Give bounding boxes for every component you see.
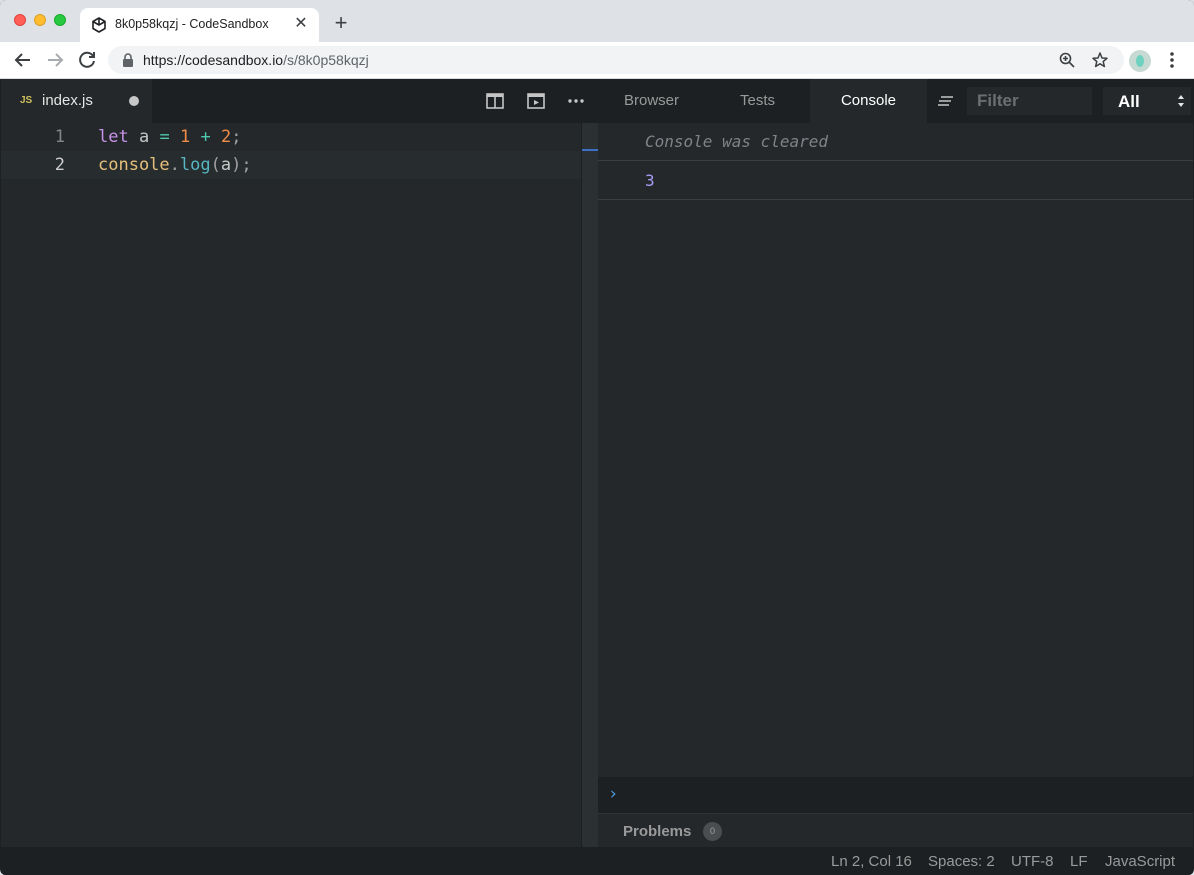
bookmark-star-icon[interactable] (1091, 51, 1109, 69)
console-output: Console was cleared 3 (598, 123, 1193, 777)
code-line-2[interactable]: 2 console.log(a); (1, 151, 581, 179)
prompt-chevron-icon: › (608, 784, 619, 804)
browser-toolbar: https://codesandbox.io/s/8k0p58kqzj (0, 42, 1194, 79)
preview-window-icon[interactable] (526, 91, 546, 111)
console-input[interactable]: › (598, 777, 1193, 813)
editor-tab-bar: JS index.js (1, 79, 598, 123)
code-token-op: = (159, 127, 170, 147)
tab-tests[interactable]: Tests (705, 79, 810, 123)
browser-menu-icon[interactable] (1164, 50, 1180, 70)
problems-panel-toggle[interactable]: Problems 0 (598, 813, 1193, 847)
problems-count-badge: 0 (703, 822, 722, 841)
code-token-punc: . (169, 155, 180, 175)
js-file-icon: JS (20, 95, 33, 106)
codesandbox-app: JS index.js 1 let a = 1 + 2; 2 console.l… (1, 79, 1193, 875)
language-mode[interactable]: JavaScript (1105, 853, 1175, 870)
preview-tab-bar: Browser Tests Console All (598, 79, 1193, 123)
profile-avatar[interactable] (1129, 50, 1151, 72)
minimize-window-button[interactable] (34, 14, 46, 26)
console-cleared-message: Console was cleared (598, 123, 1193, 161)
console-filter-input[interactable] (967, 87, 1092, 115)
problems-label: Problems (623, 823, 692, 840)
code-token-plain: a (220, 155, 232, 175)
tab-console[interactable]: Console (810, 79, 927, 123)
code-token-obj: console (98, 155, 170, 175)
reload-icon[interactable] (75, 48, 99, 72)
back-arrow-icon[interactable] (11, 48, 35, 72)
code-token-punc: ( (210, 155, 221, 175)
file-tab-label: index.js (42, 92, 93, 109)
code-token-fn: log (179, 155, 211, 175)
line-ending-setting[interactable]: LF (1070, 853, 1088, 870)
url-text: https://codesandbox.io/s/8k0p58kqzj (143, 52, 369, 68)
browser-tab[interactable]: 8k0p58kqzj - CodeSandbox ✕ (80, 8, 319, 42)
file-tab-index-js[interactable]: JS index.js (1, 79, 152, 123)
line-number: 2 (54, 155, 65, 175)
cursor-position-marker (582, 149, 598, 151)
codesandbox-cube-icon (92, 17, 106, 33)
zoom-icon[interactable] (1058, 51, 1076, 69)
code-line-1[interactable]: 1 let a = 1 + 2; (1, 123, 581, 151)
code-token-num: 2 (220, 127, 232, 147)
lock-icon (123, 53, 133, 67)
code-token-punc: ); (231, 155, 252, 175)
url-host: https://codesandbox.io (143, 52, 284, 68)
close-window-button[interactable] (14, 14, 26, 26)
cursor-position[interactable]: Ln 2, Col 16 (831, 853, 912, 870)
log-level-value: All (1118, 92, 1140, 111)
code-text: console.log(a); (98, 151, 252, 179)
browser-titlebar: 8k0p58kqzj - CodeSandbox ✕ + (0, 0, 1194, 42)
tab-browser[interactable]: Browser (598, 79, 705, 123)
code-token-plain: a (128, 127, 160, 147)
code-token-kw: let (98, 127, 129, 147)
profile-avatar-icon (1136, 55, 1144, 67)
indentation-setting[interactable]: Spaces: 2 (928, 853, 995, 870)
unsaved-indicator-icon[interactable] (129, 96, 139, 106)
code-editor[interactable]: 1 let a = 1 + 2; 2 console.log(a); (1, 123, 581, 847)
status-bar: Ln 2, Col 16 Spaces: 2 UTF-8 LF JavaScri… (1, 847, 1193, 875)
code-text: let a = 1 + 2; (98, 123, 241, 151)
tab-title: 8k0p58kqzj - CodeSandbox (115, 17, 269, 31)
browser-window: 8k0p58kqzj - CodeSandbox ✕ + https://cod… (0, 0, 1194, 875)
maximize-window-button[interactable] (54, 14, 66, 26)
log-level-select[interactable]: All (1103, 87, 1191, 115)
code-token-op: + (200, 127, 211, 147)
more-actions-icon[interactable] (566, 91, 586, 111)
line-number: 1 (54, 127, 65, 147)
clear-console-icon[interactable] (937, 93, 955, 109)
encoding-setting[interactable]: UTF-8 (1011, 853, 1054, 870)
address-bar[interactable]: https://codesandbox.io/s/8k0p58kqzj (108, 46, 1124, 74)
close-tab-icon[interactable]: ✕ (291, 14, 311, 34)
editor-scrollbar[interactable] (581, 123, 598, 847)
url-path: /s/8k0p58kqzj (283, 52, 369, 68)
forward-arrow-icon[interactable] (43, 48, 67, 72)
select-arrows-icon (1178, 95, 1184, 107)
code-token-num: 1 (179, 127, 191, 147)
new-tab-button[interactable]: + (330, 12, 352, 34)
split-view-icon[interactable] (485, 91, 505, 111)
code-token-punc: ; (231, 127, 242, 147)
console-log-entry: 3 (598, 162, 1193, 200)
